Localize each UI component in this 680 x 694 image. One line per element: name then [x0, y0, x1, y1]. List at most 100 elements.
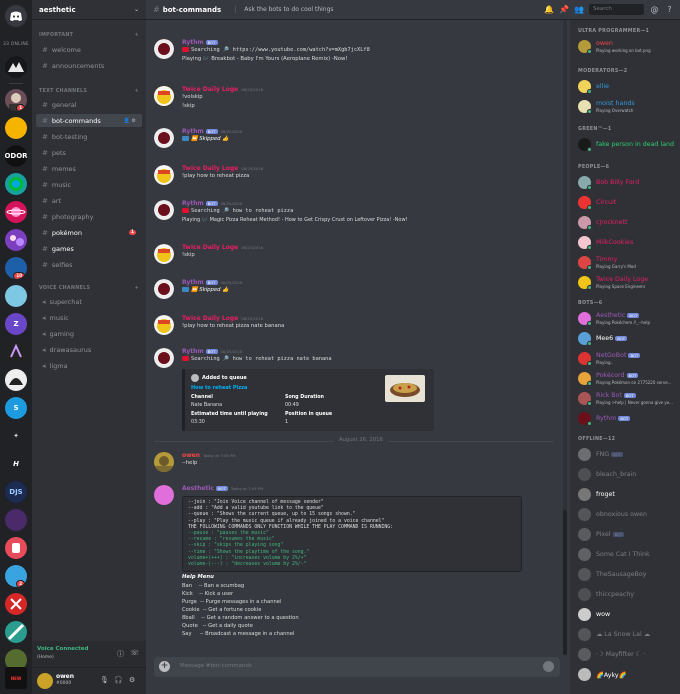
- category-text-channels[interactable]: TEXT CHANNELS +: [39, 89, 139, 94]
- avatar[interactable]: [154, 452, 174, 472]
- plus-icon[interactable]: +: [135, 286, 139, 291]
- server-icon-20[interactable]: [5, 621, 27, 643]
- voice-channel-ligma[interactable]: ◂ ligma: [36, 359, 142, 372]
- message-input[interactable]: Message #bot-commands: [180, 663, 252, 669]
- message-author[interactable]: Twice Daily Loge: [182, 86, 238, 93]
- server-icon-16[interactable]: [5, 509, 27, 531]
- avatar[interactable]: [154, 348, 174, 368]
- member-item[interactable]: bleach_brain: [578, 466, 678, 484]
- message-author[interactable]: Aesthetic: [182, 485, 214, 492]
- member-item[interactable]: Pokécord BOT Playing Pokémon on 2775220 se…: [578, 370, 678, 388]
- disconnect-icon[interactable]: ☏: [130, 649, 139, 657]
- member-item[interactable]: FNG BOT: [578, 446, 678, 464]
- settings-gear-icon[interactable]: ⚙: [129, 676, 135, 684]
- member-item[interactable]: ☁ La Snow Lal ☁: [578, 626, 678, 644]
- member-item[interactable]: 🌈Ayky🌈: [578, 666, 678, 684]
- mention-icon[interactable]: @: [650, 5, 659, 14]
- message-author[interactable]: Twice Daily Loge: [182, 315, 238, 322]
- message-author[interactable]: Rythm: [182, 39, 204, 46]
- message-scrollbar[interactable]: [563, 20, 567, 655]
- scrollbar-thumb[interactable]: [563, 510, 567, 655]
- embed-title-link[interactable]: How to reheat Pizza: [191, 385, 247, 391]
- channel-art[interactable]: # art: [36, 194, 142, 207]
- server-icon-4[interactable]: [5, 173, 27, 195]
- member-item[interactable]: Some Cat I Think: [578, 546, 678, 564]
- member-item[interactable]: Twice Daily Loge Playing Space Engineers: [578, 274, 678, 292]
- channel-selfies[interactable]: # selfies: [36, 258, 142, 271]
- avatar[interactable]: [154, 244, 174, 264]
- server-icon-14[interactable]: H: [5, 453, 27, 475]
- server-icon-11[interactable]: [5, 369, 27, 391]
- server-icon-17[interactable]: [5, 537, 27, 559]
- member-item[interactable]: TheSausageBoy: [578, 566, 678, 584]
- member-item[interactable]: Circuit: [578, 194, 678, 212]
- message-author[interactable]: Rythm: [182, 279, 204, 286]
- member-item[interactable]: Pixel BOT: [578, 526, 678, 544]
- server-icon-10[interactable]: [5, 341, 27, 363]
- member-item[interactable]: Rick Bot BOT Playing >help | Never gonna g…: [578, 390, 678, 408]
- server-icon-2[interactable]: [5, 117, 27, 139]
- channel-pokemon[interactable]: # pokémon 1: [36, 226, 142, 239]
- server-icon-18[interactable]: 2: [5, 565, 27, 587]
- member-item[interactable]: NetGoBot BOT Playing..: [578, 350, 678, 368]
- emoji-icon[interactable]: [543, 661, 554, 672]
- message-author[interactable]: Rythm: [182, 348, 204, 355]
- plus-icon[interactable]: +: [135, 33, 139, 38]
- voice-channel-superchat[interactable]: ◂ superchat: [36, 295, 142, 308]
- avatar[interactable]: [154, 128, 174, 148]
- voice-channel-gaming[interactable]: ◂ gaming: [36, 327, 142, 340]
- channel-music[interactable]: # music: [36, 178, 142, 191]
- server-icon-19[interactable]: [5, 593, 27, 615]
- avatar[interactable]: [154, 39, 174, 59]
- voice-channel-music[interactable]: ◂ music: [36, 311, 142, 324]
- server-icon-5[interactable]: [5, 201, 27, 223]
- member-item[interactable]: moist hands Playing Overwatch: [578, 98, 678, 116]
- category-important[interactable]: IMPORTANT +: [39, 33, 139, 38]
- member-item[interactable]: ·☽ Mayfifter ☾ ·: [578, 646, 678, 664]
- bell-icon[interactable]: 🔔: [544, 5, 554, 14]
- avatar[interactable]: [154, 279, 174, 299]
- member-item[interactable]: fake person in dead land: [578, 136, 678, 154]
- server-icon-1[interactable]: 1: [5, 89, 27, 111]
- channel-general[interactable]: # general: [36, 98, 142, 111]
- message-author[interactable]: Rythm: [182, 128, 204, 135]
- members-icon[interactable]: 👥: [574, 5, 584, 14]
- member-item[interactable]: Aesthetic BOT Playing Pokéchem /!_--help: [578, 310, 678, 328]
- server-icon-z[interactable]: Z: [5, 313, 27, 335]
- avatar[interactable]: [154, 86, 174, 106]
- search-input[interactable]: Search: [589, 4, 644, 15]
- channel-bot-testing[interactable]: # bot-testing: [36, 130, 142, 143]
- member-item[interactable]: Bob Billy Ford: [578, 174, 678, 192]
- channel-memes[interactable]: # memes: [36, 162, 142, 175]
- microphone-icon[interactable]: 🎙: [100, 676, 109, 684]
- member-item[interactable]: Timmy Playing Garry's Mod: [578, 254, 678, 272]
- server-icon-13[interactable]: ✦: [5, 425, 27, 447]
- member-item[interactable]: wow: [578, 606, 678, 624]
- channel-games[interactable]: # games: [36, 242, 142, 255]
- message-author[interactable]: Twice Daily Loge: [182, 165, 238, 172]
- info-icon[interactable]: ⓘ: [117, 649, 124, 659]
- server-icon-odor[interactable]: ODOR: [5, 145, 27, 167]
- channel-photography[interactable]: # photography: [36, 210, 142, 223]
- plus-icon[interactable]: +: [135, 89, 139, 94]
- gear-icon[interactable]: 👤 ⚙: [124, 118, 136, 124]
- member-item[interactable]: Mee6 BOT: [578, 330, 678, 348]
- message-author[interactable]: Twice Daily Loge: [182, 244, 238, 251]
- upload-plus-icon[interactable]: +: [159, 661, 170, 672]
- member-item[interactable]: MilkCookies: [578, 234, 678, 252]
- server-icon-6[interactable]: [5, 229, 27, 251]
- discord-home-icon[interactable]: [5, 5, 27, 27]
- member-item[interactable]: obnoxious owen: [578, 506, 678, 524]
- member-item[interactable]: thiccpeachy: [578, 586, 678, 604]
- avatar[interactable]: [154, 165, 174, 185]
- avatar[interactable]: [154, 315, 174, 335]
- voice-channel-drawasaurus[interactable]: ◂ drawasaurus: [36, 343, 142, 356]
- member-item[interactable]: owen Playing working on bot.png: [578, 38, 678, 56]
- help-icon[interactable]: ?: [665, 5, 674, 14]
- server-header[interactable]: aesthetic ⌄: [32, 0, 146, 20]
- member-item[interactable]: cjrocknett: [578, 214, 678, 232]
- channel-announcements[interactable]: # announcements: [36, 59, 142, 72]
- message-author[interactable]: owen: [182, 452, 200, 459]
- member-item[interactable]: ellie: [578, 78, 678, 96]
- member-item[interactable]: Rythm BOT: [578, 410, 678, 428]
